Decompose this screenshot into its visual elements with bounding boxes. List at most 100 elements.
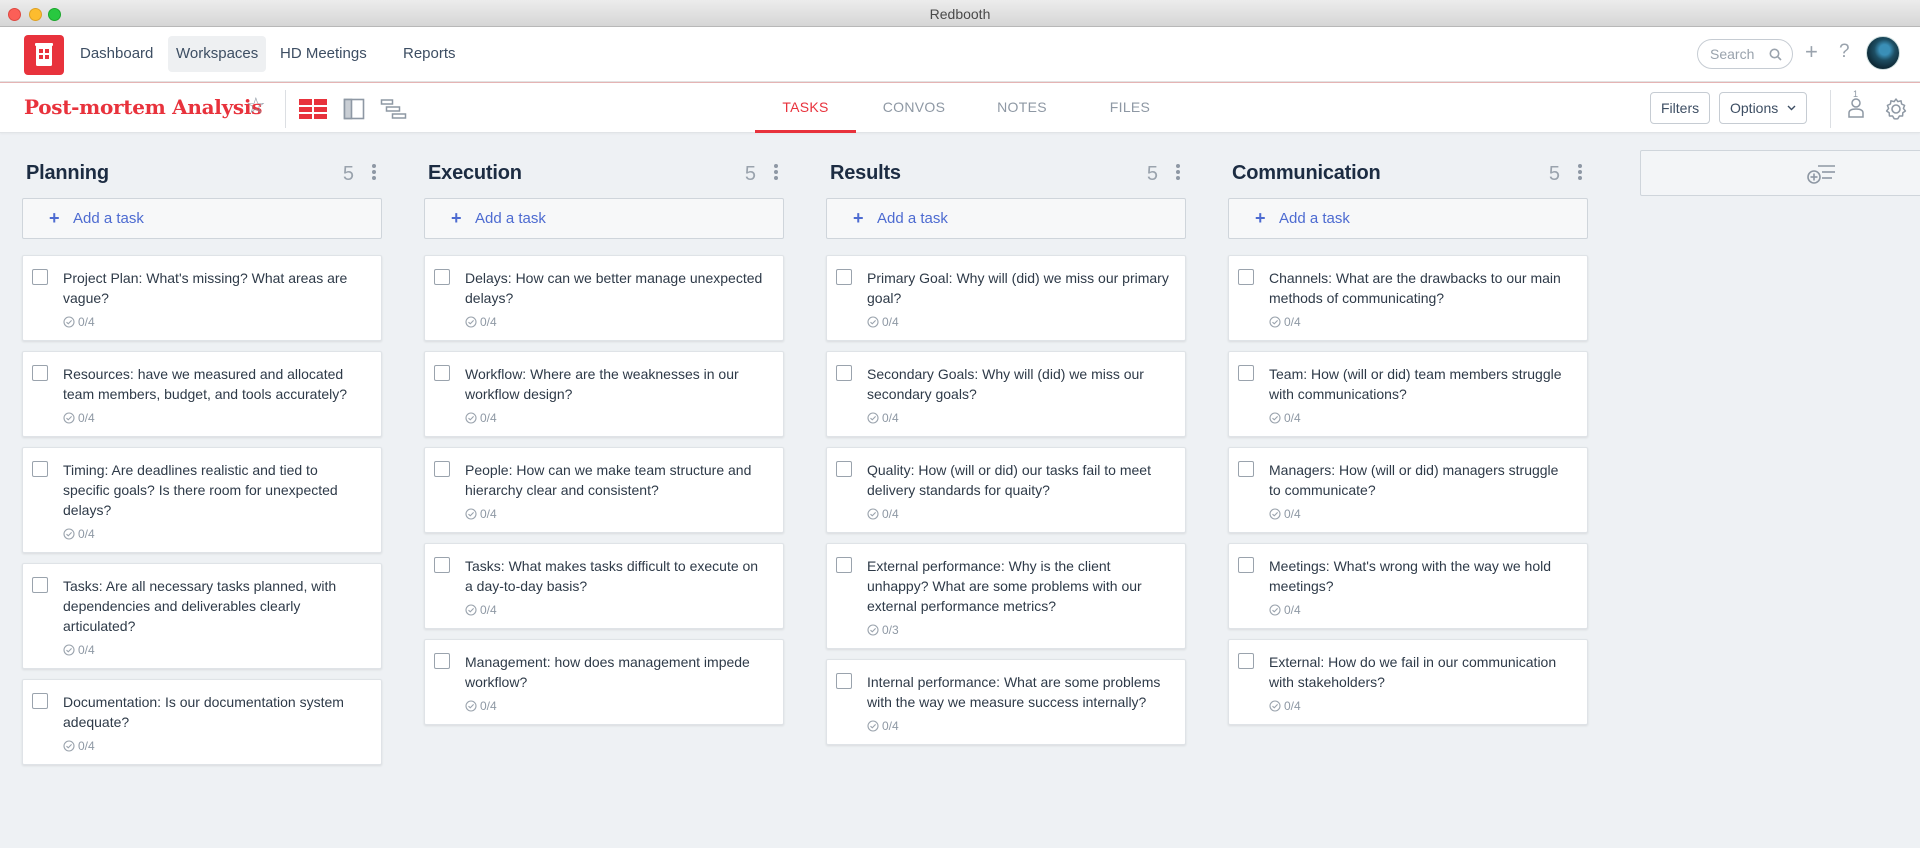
- gantt-view-icon[interactable]: [380, 98, 408, 120]
- task-card[interactable]: Documentation: Is our documentation syst…: [22, 679, 382, 765]
- task-checkbox[interactable]: [32, 577, 48, 593]
- task-title[interactable]: External: How do we fail in our communic…: [1269, 652, 1573, 692]
- task-checkbox[interactable]: [32, 269, 48, 285]
- help-icon[interactable]: ?: [1839, 41, 1850, 63]
- task-card[interactable]: External performance: Why is the client …: [826, 543, 1186, 649]
- add-list-button[interactable]: [1640, 150, 1920, 196]
- subtask-progress: 0/4: [63, 642, 367, 658]
- task-card[interactable]: Management: how does management impede w…: [424, 639, 784, 725]
- task-title[interactable]: Management: how does management impede w…: [465, 652, 769, 692]
- nav-hd-meetings[interactable]: HD Meetings: [272, 36, 375, 72]
- task-title[interactable]: Managers: How (will or did) managers str…: [1269, 460, 1573, 500]
- column-menu-icon[interactable]: [1176, 164, 1182, 182]
- task-title[interactable]: Workflow: Where are the weaknesses in ou…: [465, 364, 769, 404]
- nav-dashboard[interactable]: Dashboard: [72, 36, 161, 72]
- task-title[interactable]: Tasks: What makes tasks difficult to exe…: [465, 556, 769, 596]
- task-card[interactable]: Project Plan: What's missing? What areas…: [22, 255, 382, 341]
- task-card[interactable]: Quality: How (will or did) our tasks fai…: [826, 447, 1186, 533]
- task-card[interactable]: Meetings: What's wrong with the way we h…: [1228, 543, 1588, 629]
- column-header: Communication 5: [1228, 150, 1588, 198]
- subtask-count: 0/4: [1284, 411, 1301, 425]
- task-card[interactable]: Tasks: Are all necessary tasks planned, …: [22, 563, 382, 669]
- task-list-column: Execution 5 + Add a task Delays: How can we …: [424, 150, 784, 735]
- filters-button[interactable]: Filters: [1650, 92, 1711, 124]
- user-avatar[interactable]: [1866, 36, 1900, 70]
- task-card[interactable]: Resources: have we measured and allocate…: [22, 351, 382, 437]
- add-task-button[interactable]: + Add a task: [1228, 198, 1588, 239]
- task-title[interactable]: Documentation: Is our documentation syst…: [63, 692, 367, 732]
- task-card[interactable]: External: How do we fail in our communic…: [1228, 639, 1588, 725]
- search-input[interactable]: Search: [1697, 39, 1793, 69]
- task-title[interactable]: Resources: have we measured and allocate…: [63, 364, 367, 404]
- task-title[interactable]: Project Plan: What's missing? What areas…: [63, 268, 367, 308]
- task-title[interactable]: Tasks: Are all necessary tasks planned, …: [63, 576, 367, 636]
- task-card[interactable]: Workflow: Where are the weaknesses in ou…: [424, 351, 784, 437]
- task-title[interactable]: Internal performance: What are some prob…: [867, 672, 1171, 712]
- task-card[interactable]: Team: How (will or did) team members str…: [1228, 351, 1588, 437]
- task-checkbox[interactable]: [434, 269, 450, 285]
- add-task-button[interactable]: + Add a task: [424, 198, 784, 239]
- task-card[interactable]: Delays: How can we better manage unexpec…: [424, 255, 784, 341]
- task-checkbox[interactable]: [836, 557, 852, 573]
- task-checkbox[interactable]: [434, 461, 450, 477]
- task-checkbox[interactable]: [836, 461, 852, 477]
- task-card[interactable]: Internal performance: What are some prob…: [826, 659, 1186, 745]
- redbooth-logo[interactable]: [24, 35, 64, 75]
- nav-workspaces[interactable]: Workspaces: [168, 36, 267, 72]
- task-card[interactable]: Managers: How (will or did) managers str…: [1228, 447, 1588, 533]
- column-title[interactable]: Communication: [1232, 162, 1381, 185]
- task-checkbox[interactable]: [32, 693, 48, 709]
- task-checkbox[interactable]: [1238, 557, 1254, 573]
- task-checkbox[interactable]: [1238, 269, 1254, 285]
- options-dropdown[interactable]: Options: [1719, 92, 1808, 124]
- column-title[interactable]: Results: [830, 162, 901, 185]
- task-card[interactable]: Primary Goal: Why will (did) we miss our…: [826, 255, 1186, 341]
- column-menu-icon[interactable]: [774, 164, 780, 182]
- task-card[interactable]: Timing: Are deadlines realistic and tied…: [22, 447, 382, 553]
- task-title[interactable]: External performance: Why is the client …: [867, 556, 1171, 616]
- tab-convos[interactable]: CONVOS: [864, 82, 964, 133]
- task-checkbox[interactable]: [434, 365, 450, 381]
- task-title[interactable]: Quality: How (will or did) our tasks fai…: [867, 460, 1171, 500]
- task-checkbox[interactable]: [836, 673, 852, 689]
- task-title[interactable]: Channels: What are the drawbacks to our …: [1269, 268, 1573, 308]
- tab-tasks[interactable]: TASKS: [755, 82, 856, 133]
- task-card[interactable]: Tasks: What makes tasks difficult to exe…: [424, 543, 784, 629]
- task-checkbox[interactable]: [836, 269, 852, 285]
- task-card[interactable]: Secondary Goals: Why will (did) we miss …: [826, 351, 1186, 437]
- task-title[interactable]: People: How can we make team structure a…: [465, 460, 769, 500]
- task-checkbox[interactable]: [1238, 365, 1254, 381]
- gear-icon[interactable]: [1884, 97, 1908, 121]
- task-checkbox[interactable]: [836, 365, 852, 381]
- column-title[interactable]: Execution: [428, 162, 522, 185]
- task-title[interactable]: Primary Goal: Why will (did) we miss our…: [867, 268, 1171, 308]
- project-title[interactable]: Post-mortem Analysis: [24, 95, 262, 119]
- add-task-button[interactable]: + Add a task: [22, 198, 382, 239]
- favorite-star-icon[interactable]: ☆: [246, 95, 266, 117]
- add-task-button[interactable]: + Add a task: [826, 198, 1186, 239]
- task-checkbox[interactable]: [434, 557, 450, 573]
- split-view-icon[interactable]: [343, 98, 365, 120]
- task-title[interactable]: Secondary Goals: Why will (did) we miss …: [867, 364, 1171, 404]
- task-checkbox[interactable]: [32, 365, 48, 381]
- task-title[interactable]: Delays: How can we better manage unexpec…: [465, 268, 769, 308]
- column-task-count: 5: [1548, 163, 1560, 185]
- column-menu-icon[interactable]: [372, 164, 378, 182]
- tab-notes[interactable]: NOTES: [972, 82, 1072, 133]
- task-checkbox[interactable]: [434, 653, 450, 669]
- column-title[interactable]: Planning: [26, 162, 109, 185]
- create-plus-icon[interactable]: +: [1805, 41, 1818, 63]
- task-checkbox[interactable]: [1238, 461, 1254, 477]
- tab-files[interactable]: FILES: [1080, 82, 1180, 133]
- task-title[interactable]: Meetings: What's wrong with the way we h…: [1269, 556, 1573, 596]
- task-card[interactable]: Channels: What are the drawbacks to our …: [1228, 255, 1588, 341]
- people-icon[interactable]: [1846, 96, 1866, 118]
- task-title[interactable]: Timing: Are deadlines realistic and tied…: [63, 460, 367, 520]
- task-card[interactable]: People: How can we make team structure a…: [424, 447, 784, 533]
- board-view-icon[interactable]: [298, 98, 328, 120]
- nav-reports[interactable]: Reports: [395, 36, 464, 72]
- task-checkbox[interactable]: [32, 461, 48, 477]
- column-menu-icon[interactable]: [1578, 164, 1584, 182]
- task-title[interactable]: Team: How (will or did) team members str…: [1269, 364, 1573, 404]
- task-checkbox[interactable]: [1238, 653, 1254, 669]
